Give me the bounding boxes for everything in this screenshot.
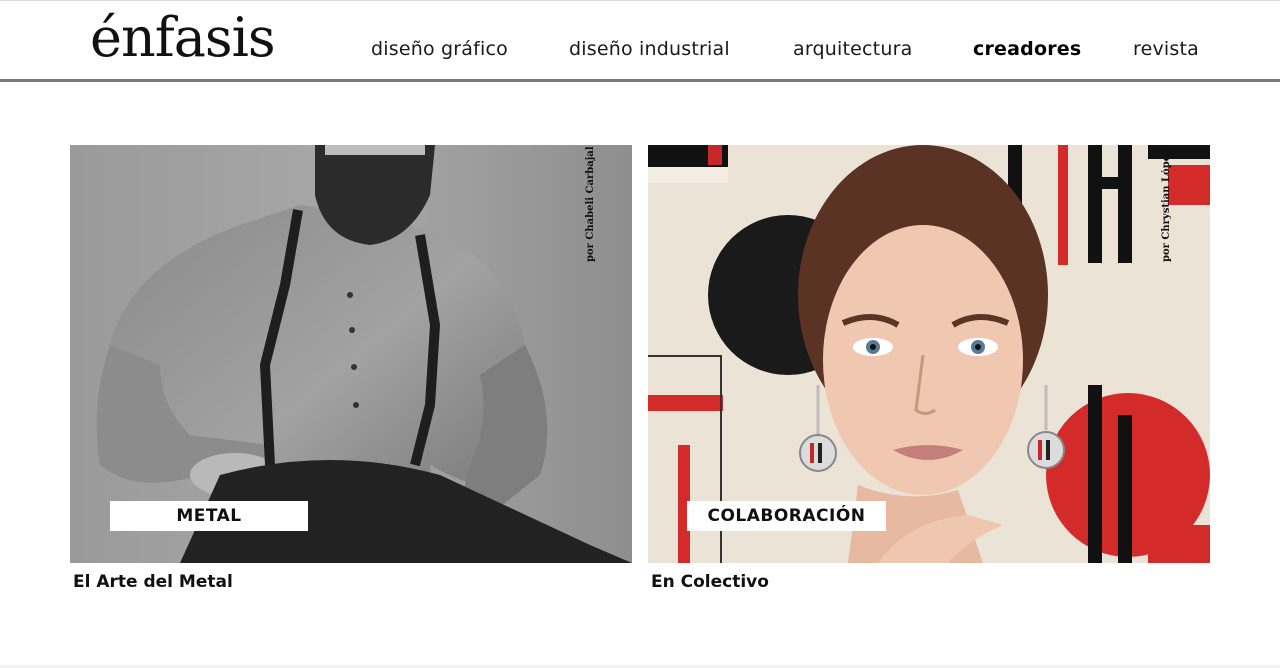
main-nav: diseño gráfico diseño industrial arquite… — [0, 38, 1280, 66]
nav-diseno-industrial[interactable]: diseño industrial — [569, 38, 730, 60]
article-card-metal[interactable]: METAL El Arte del Metal — [70, 145, 632, 592]
article-image-metal[interactable]: METAL — [70, 145, 632, 563]
nav-creadores[interactable]: creadores — [973, 38, 1081, 60]
site-header: énfasis diseño gráfico diseño industrial… — [0, 0, 1280, 82]
category-tag-colaboracion[interactable]: COLABORACIÓN — [687, 501, 886, 531]
nav-diseno-grafico[interactable]: diseño gráfico — [371, 38, 508, 60]
category-tag-metal[interactable]: METAL — [110, 501, 308, 531]
article-title-colaboracion[interactable]: En Colectivo — [651, 572, 769, 592]
nav-arquitectura[interactable]: arquitectura — [793, 38, 912, 60]
byline-metal: por Chabeli Carbajal — [585, 146, 596, 262]
article-card-colaboracion[interactable]: COLABORACIÓN En Colectivo — [648, 145, 1210, 592]
byline-colaboracion: por Chrystian López — [1161, 149, 1172, 262]
nav-revista[interactable]: revista — [1133, 38, 1199, 60]
article-image-colaboracion[interactable]: COLABORACIÓN — [648, 145, 1210, 563]
article-title-metal[interactable]: El Arte del Metal — [73, 572, 233, 592]
